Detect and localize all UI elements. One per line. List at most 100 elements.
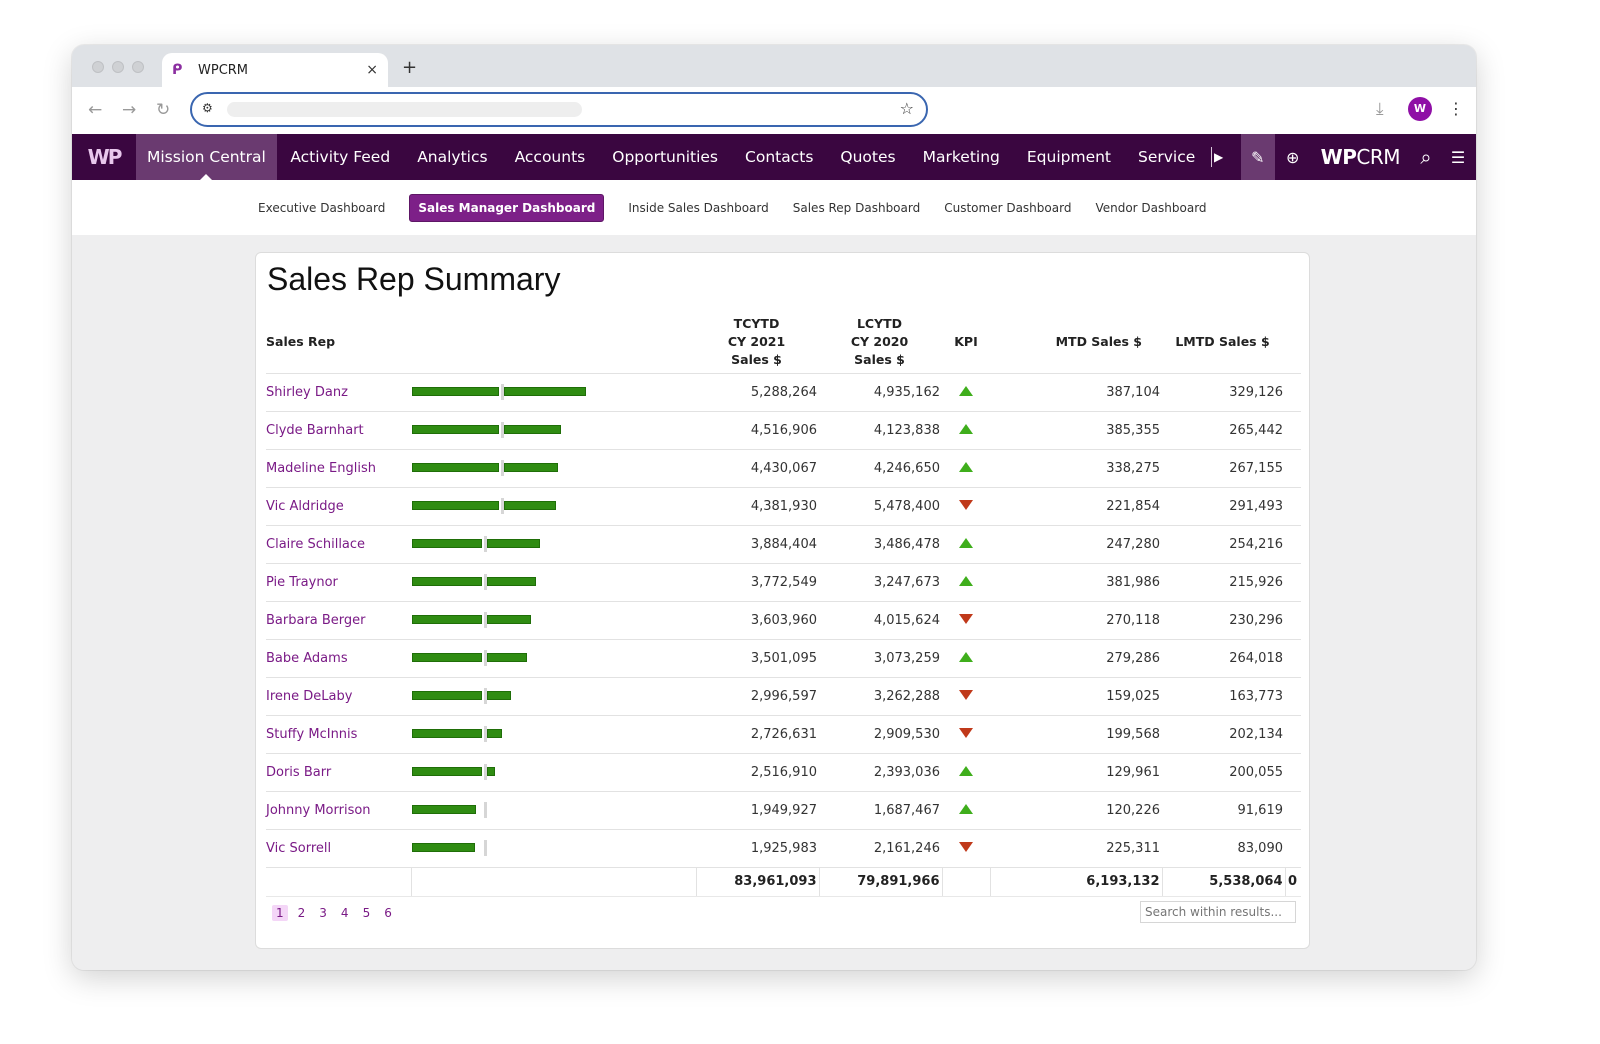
new-tab-button[interactable]: +	[402, 57, 417, 78]
rep-name-cell: Stuffy McInnis	[266, 715, 411, 754]
kpi-cell	[942, 449, 990, 488]
col-kpi[interactable]: KPI	[942, 311, 990, 374]
tab-executive-dashboard[interactable]: Executive Dashboard	[258, 195, 385, 221]
tab-inside-sales-dashboard[interactable]: Inside Sales Dashboard	[628, 195, 768, 221]
mtd-cell: 381,986	[990, 563, 1162, 602]
close-window-button[interactable]	[92, 61, 104, 73]
page-link-4[interactable]: 4	[337, 905, 353, 921]
nav-marketing[interactable]: Marketing	[909, 134, 1013, 180]
reload-icon[interactable]: ↻	[156, 100, 170, 120]
rep-name-cell: Clyde Barnhart	[266, 411, 411, 450]
rep-name-link[interactable]: Barbara Berger	[266, 613, 366, 628]
rep-bar-cell	[411, 601, 696, 640]
nav-contacts[interactable]: Contacts	[732, 134, 827, 180]
col-lcytd[interactable]: LCYTD CY 2020 Sales $	[819, 311, 942, 374]
forward-icon[interactable]: →	[122, 100, 136, 120]
table-row: Doris Barr 2,516,910 2,393,036 129,961 200,0…	[266, 753, 1301, 792]
table-row: Babe Adams 3,501,095 3,073,259 279,286 264,0…	[266, 639, 1301, 678]
sales-bullet-bar	[412, 801, 692, 818]
tab-strip: ᑭ WPCRM × +	[72, 45, 1476, 87]
col-tcytd-line1: TCYTD	[733, 315, 780, 331]
rep-name-link[interactable]: Pie Traynor	[266, 575, 338, 590]
rep-name-link[interactable]: Clyde Barnhart	[266, 423, 364, 438]
back-icon[interactable]: ←	[88, 100, 102, 120]
total-lcytd: 79,891,966	[818, 867, 942, 897]
add-circle-icon[interactable]: ⊕	[1275, 134, 1311, 180]
rep-bar-cell	[411, 373, 696, 412]
bookmark-star-icon[interactable]: ☆	[900, 99, 914, 118]
more-nav-arrow-icon[interactable]: ▶	[1197, 134, 1241, 180]
rep-name-link[interactable]: Vic Aldridge	[266, 499, 344, 514]
target-marker	[501, 497, 504, 514]
nav-opportunities[interactable]: Opportunities	[599, 134, 732, 180]
search-within-results-input[interactable]	[1140, 901, 1296, 923]
tcytd-cell: 4,430,067	[696, 449, 819, 488]
lcytd-cell: 4,123,838	[819, 411, 942, 450]
mtd-cell: 225,311	[990, 829, 1162, 868]
extra-cell	[1285, 563, 1301, 602]
sales-bar-segment	[412, 538, 482, 548]
tab-sales-manager-dashboard[interactable]: Sales Manager Dashboard	[409, 193, 605, 222]
nav-accounts[interactable]: Accounts	[501, 134, 599, 180]
col-sales-rep[interactable]: Sales Rep	[266, 311, 411, 374]
rep-name-link[interactable]: Vic Sorrell	[266, 841, 331, 856]
rep-name-link[interactable]: Irene DeLaby	[266, 689, 352, 704]
kpi-cell	[942, 487, 990, 526]
lcytd-cell: 4,015,624	[819, 601, 942, 640]
rep-name-link[interactable]: Stuffy McInnis	[266, 727, 357, 742]
col-lcytd-line2: CY 2020	[850, 333, 909, 349]
page-link-3[interactable]: 3	[315, 905, 331, 921]
nav-mission-central[interactable]: Mission Central	[136, 134, 277, 180]
search-icon[interactable]: ⌕	[1412, 134, 1440, 180]
page-link-2[interactable]: 2	[294, 905, 310, 921]
tab-close-icon[interactable]: ×	[366, 62, 378, 78]
rep-name-link[interactable]: Claire Schillace	[266, 537, 365, 552]
profile-avatar[interactable]: W	[1408, 97, 1432, 121]
address-bar[interactable]: ⚙ ☆	[190, 92, 928, 127]
download-icon[interactable]: ⤓	[1376, 99, 1384, 119]
page-link-6[interactable]: 6	[380, 905, 396, 921]
list-menu-icon[interactable]: ☰	[1440, 134, 1476, 180]
page-link-1[interactable]: 1	[272, 905, 288, 921]
rep-name-link[interactable]: Madeline English	[266, 461, 376, 476]
kpi-up-arrow-icon	[959, 385, 973, 396]
site-settings-icon[interactable]: ⚙	[202, 101, 213, 115]
url-field[interactable]	[227, 102, 582, 117]
tcytd-cell: 2,996,597	[696, 677, 819, 716]
kpi-up-arrow-icon	[959, 651, 973, 662]
lmtd-cell: 202,134	[1162, 715, 1285, 754]
minimize-window-button[interactable]	[112, 61, 124, 73]
tab-customer-dashboard[interactable]: Customer Dashboard	[944, 195, 1071, 221]
sales-bullet-bar	[412, 497, 692, 514]
tab-vendor-dashboard[interactable]: Vendor Dashboard	[1095, 195, 1206, 221]
sales-bar-segment	[412, 614, 482, 624]
sales-bar-segment	[412, 424, 499, 434]
tcytd-cell: 3,772,549	[696, 563, 819, 602]
extra-cell	[1285, 715, 1301, 754]
nav-activity-feed[interactable]: Activity Feed	[277, 134, 404, 180]
target-marker	[484, 801, 487, 818]
browser-menu-icon[interactable]: ⋮	[1448, 99, 1464, 118]
edit-pencil-icon[interactable]: ✎	[1240, 134, 1275, 180]
maximize-window-button[interactable]	[132, 61, 144, 73]
rep-name-link[interactable]: Shirley Danz	[266, 385, 348, 400]
wp-logo[interactable]: WP	[72, 134, 136, 180]
sales-bar-segment	[412, 690, 482, 700]
browser-tab[interactable]: ᑭ WPCRM ×	[162, 53, 388, 87]
nav-analytics[interactable]: Analytics	[404, 134, 501, 180]
kpi-down-arrow-icon	[959, 499, 973, 510]
rep-name-link[interactable]: Babe Adams	[266, 651, 348, 666]
tab-sales-rep-dashboard[interactable]: Sales Rep Dashboard	[793, 195, 920, 221]
sales-bar-segment	[412, 766, 482, 776]
col-lmtd[interactable]: LMTD Sales $	[1162, 311, 1285, 374]
rep-name-link[interactable]: Doris Barr	[266, 765, 331, 780]
page-link-5[interactable]: 5	[359, 905, 375, 921]
col-mtd[interactable]: MTD Sales $	[990, 311, 1162, 374]
extra-cell	[1285, 411, 1301, 450]
nav-equipment[interactable]: Equipment	[1013, 134, 1124, 180]
lcytd-cell: 3,247,673	[819, 563, 942, 602]
nav-quotes[interactable]: Quotes	[827, 134, 909, 180]
tcytd-cell: 2,726,631	[696, 715, 819, 754]
rep-name-link[interactable]: Johnny Morrison	[266, 803, 371, 818]
col-tcytd[interactable]: TCYTD CY 2021 Sales $	[696, 311, 819, 374]
